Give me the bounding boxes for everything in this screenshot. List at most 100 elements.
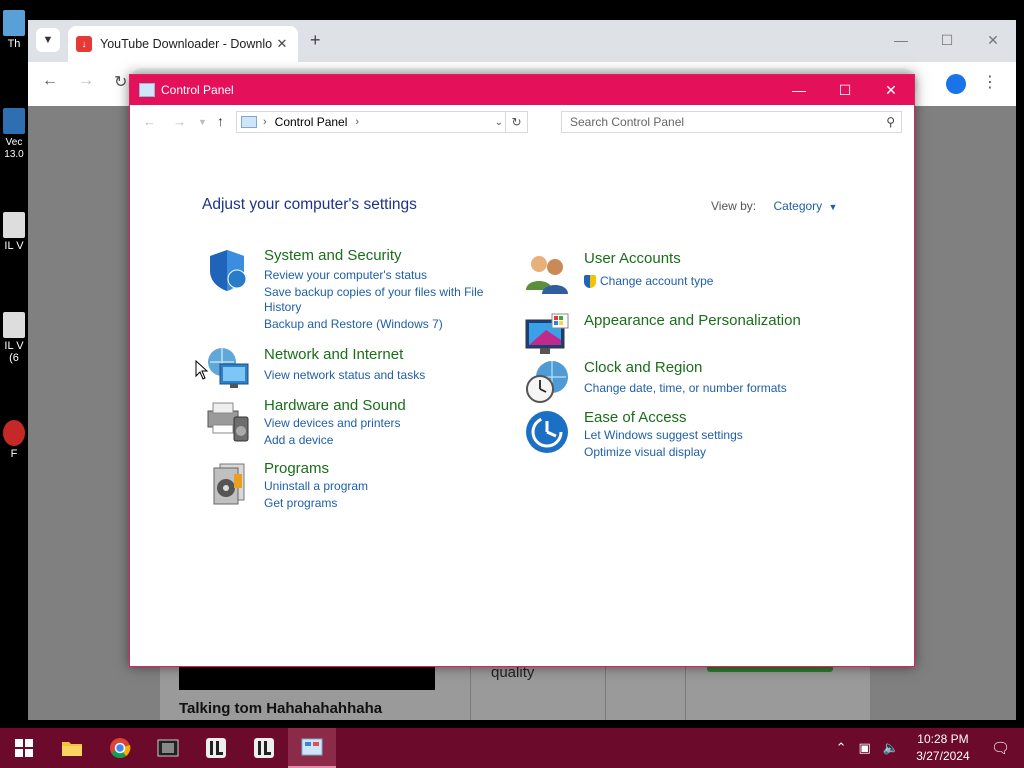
clock-globe-icon [526,361,568,403]
desktop-icon-1[interactable]: Th [0,10,28,50]
breadcrumb[interactable]: Control Panel [275,115,348,129]
category-title[interactable]: User Accounts [584,250,681,267]
link-backup-restore[interactable]: Backup and Restore (Windows 7) [264,317,443,332]
minimize-button[interactable]: — [878,20,924,60]
link-change-account-type[interactable]: Change account type [600,274,713,289]
refresh-icon[interactable]: ↻ [505,112,527,132]
network-globe-icon [208,348,249,388]
monitor-palette-icon [525,313,569,354]
more-menu-icon[interactable]: ⋮ [982,72,998,92]
link-uninstall-program[interactable]: Uninstall a program [264,479,368,494]
folder-icon [62,742,82,756]
control-panel-icon [301,738,323,756]
app-icon [3,108,25,134]
chevron-down-icon[interactable]: ⌄ [495,117,503,128]
start-button[interactable] [0,728,48,768]
search-input[interactable]: Search Control Panel ⚲ [561,111,902,133]
chevron-right-icon[interactable]: › [263,116,267,128]
category-title[interactable]: Programs [264,460,329,477]
browser-tabbar: ▼ ↓ YouTube Downloader - Downlo ✕ + — ☐ … [28,20,1016,62]
desktop-icon-label: Th [7,38,21,50]
link-add-device[interactable]: Add a device [264,433,333,448]
link-optimize-display[interactable]: Optimize visual display [584,445,706,460]
chrome-icon [110,738,131,759]
link-save-backup[interactable]: Save backup copies of your files with Fi… [264,285,483,300]
reload-icon[interactable]: ↻ [114,72,127,92]
tab-title: YouTube Downloader - Downlo [100,37,273,51]
browser-tab[interactable]: ↓ YouTube Downloader - Downlo ✕ [68,26,298,62]
category-title[interactable]: Clock and Region [584,359,702,376]
volume-muted-icon[interactable]: 🔈 [883,740,899,756]
maximize-button[interactable]: ☐ [822,75,868,105]
forward-icon[interactable]: → [78,72,94,90]
notification-icon[interactable]: 🗨 [991,739,1010,757]
chevron-right-icon[interactable]: › [355,116,359,128]
taskbar-chrome[interactable] [96,728,144,768]
close-button[interactable]: ✕ [868,75,914,105]
category-title[interactable]: System and Security [264,247,402,264]
link-devices-printers[interactable]: View devices and printers [264,416,401,431]
tab-search-button[interactable]: ▼ [36,28,60,52]
taskbar-il-app-1[interactable] [192,728,240,768]
il-app-icon [206,738,226,758]
desktop-icon-5[interactable]: F [0,420,28,460]
address-bar[interactable]: › Control Panel › ⌄ ↻ [236,111,528,133]
ease-of-access-icon [526,411,568,453]
system-tray: ⌃ ▣ 🔈 10:28 PM 3/27/2024 🗨 [830,728,1024,768]
desktop-icon-label: Vec 13.0 [4,137,24,160]
category-title[interactable]: Hardware and Sound [264,397,406,414]
desktop-icon-label: F [10,448,18,460]
taskbar-file-explorer[interactable] [48,728,96,768]
link-get-programs[interactable]: Get programs [264,496,337,511]
printer-speaker-icon [207,402,249,442]
control-panel-titlebar: Control Panel — ☐ ✕ [130,75,914,105]
desktop-icon-3[interactable]: IL V [0,212,28,252]
link-save-backup-history[interactable]: History [264,300,301,315]
clock-date: 3/27/2024 [916,749,970,763]
new-tab-button[interactable]: + [310,30,321,51]
search-icon[interactable]: ⚲ [886,115,895,129]
taskbar-control-panel[interactable] [288,728,336,768]
taskbar-video-editor[interactable] [144,728,192,768]
up-icon[interactable]: ↑ [217,113,224,129]
app-icon [3,312,25,338]
programs-disc-icon [213,463,245,505]
desktop-icon-label: IL V (6 [4,340,24,364]
video-thumbnail[interactable] [179,666,435,690]
folder-icon [3,10,25,36]
taskbar-il-app-2[interactable] [240,728,288,768]
window-controls: — ☐ ✕ [776,75,914,105]
desktop-icon-2[interactable]: Vec 13.0 [0,108,28,160]
forward-icon[interactable]: → [173,114,186,129]
profile-avatar-icon[interactable] [946,74,966,94]
close-icon[interactable]: ✕ [274,36,290,52]
desktop-icon-4[interactable]: IL V (6 [0,312,28,364]
link-network-status[interactable]: View network status and tasks [264,368,425,383]
category-title[interactable]: Appearance and Personalization [584,312,801,329]
clock[interactable]: 10:28 PM 3/27/2024 [905,731,981,765]
category-title[interactable]: Network and Internet [264,346,403,363]
back-icon[interactable]: ← [143,114,156,129]
navigation-bar: ← → ▼ ↑ › Control Panel › ⌄ ↻ Search Con… [130,105,914,139]
network-icon[interactable]: ▣ [858,740,870,756]
taskbar: ⌃ ▣ 🔈 10:28 PM 3/27/2024 🗨 [0,728,1024,768]
category-title[interactable]: Ease of Access [584,409,687,426]
recent-locations-icon[interactable]: ▼ [198,117,207,127]
back-icon[interactable]: ← [42,72,58,90]
link-review-status[interactable]: Review your computer's status [264,268,427,283]
maximize-button[interactable]: ☐ [924,20,970,60]
download-icon: ↓ [76,36,92,52]
browser-window-controls: — ☐ ✕ [878,20,1016,60]
control-panel-icon [241,116,257,128]
link-change-date-time[interactable]: Change date, time, or number formats [584,381,787,396]
close-button[interactable]: ✕ [970,20,1016,60]
link-windows-suggest[interactable]: Let Windows suggest settings [584,428,743,443]
view-by: View by: Category ▼ [711,199,837,213]
view-by-dropdown[interactable]: Category [773,199,822,213]
shield-icon [210,250,247,291]
minimize-button[interactable]: — [776,75,822,105]
app-icon [3,420,25,446]
caret-down-icon[interactable]: ▼ [829,202,838,212]
clock-time: 10:28 PM [917,732,969,746]
chevron-up-icon[interactable]: ⌃ [836,740,847,756]
